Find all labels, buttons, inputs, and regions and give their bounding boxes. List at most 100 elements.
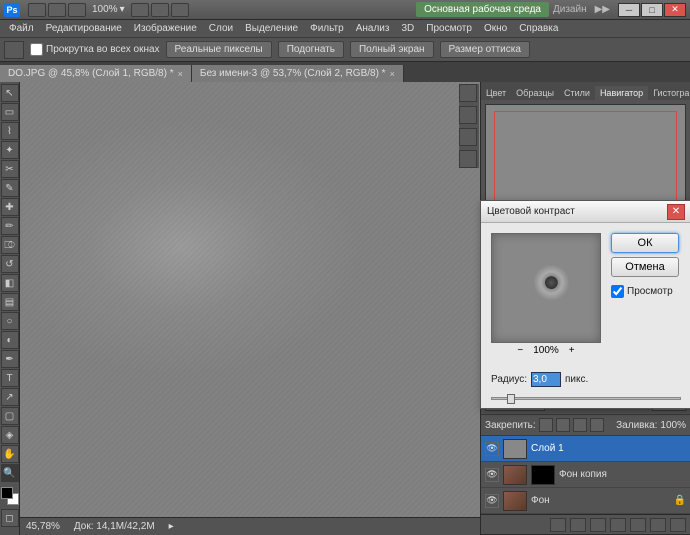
wand-tool[interactable]: ✦ — [1, 141, 19, 159]
close-button[interactable]: ✕ — [664, 3, 686, 17]
group-icon[interactable] — [630, 518, 646, 532]
new-layer-icon[interactable] — [650, 518, 666, 532]
mask-thumb[interactable] — [531, 465, 555, 485]
visibility-icon[interactable]: 👁 — [485, 442, 499, 456]
status-zoom[interactable]: 45,78% — [26, 521, 60, 532]
radius-slider[interactable] — [481, 397, 690, 408]
navigator-viewport[interactable] — [494, 111, 677, 203]
dialog-preview[interactable] — [491, 233, 601, 343]
hand-tool[interactable]: ✋ — [1, 445, 19, 463]
eyedropper-tool[interactable]: ✎ — [1, 179, 19, 197]
tb-icon[interactable] — [48, 3, 66, 17]
layer-thumb[interactable] — [503, 439, 527, 459]
layer-thumb[interactable] — [503, 465, 527, 485]
blur-tool[interactable]: ○ — [1, 312, 19, 330]
tb-icon[interactable] — [131, 3, 149, 17]
status-doc[interactable]: Док: 14,1М/42,2М — [74, 521, 155, 532]
close-icon[interactable]: × — [390, 69, 395, 79]
heal-tool[interactable]: ✚ — [1, 198, 19, 216]
pen-tool[interactable]: ✒ — [1, 350, 19, 368]
adjustment-icon[interactable] — [610, 518, 626, 532]
layer-thumb[interactable] — [503, 491, 527, 511]
gradient-tool[interactable]: ▤ — [1, 293, 19, 311]
eraser-tool[interactable]: ◧ — [1, 274, 19, 292]
fill-field[interactable]: 100% — [660, 420, 686, 431]
tab-swatches[interactable]: Образцы — [511, 86, 559, 100]
panel-collapse-icon[interactable] — [459, 128, 477, 146]
lock-position-icon[interactable] — [573, 418, 587, 432]
radius-input[interactable] — [531, 372, 561, 387]
cs-live-icon[interactable]: ▶▶ — [595, 4, 610, 15]
cancel-button[interactable]: Отмена — [611, 257, 679, 277]
ok-button[interactable]: ОК — [611, 233, 679, 253]
stamp-tool[interactable]: ⎄ — [1, 236, 19, 254]
layer-row[interactable]: 👁 Слой 1 — [481, 436, 690, 462]
lasso-tool[interactable]: ⌇ — [1, 122, 19, 140]
dialog-close-button[interactable]: ✕ — [667, 204, 685, 220]
lock-transparent-icon[interactable] — [539, 418, 553, 432]
move-tool[interactable]: ↖ — [1, 84, 19, 102]
type-tool[interactable]: T — [1, 369, 19, 387]
print-size-button[interactable]: Размер оттиска — [440, 41, 530, 58]
zoom-level[interactable]: 100% ▾ — [92, 4, 125, 15]
layer-name[interactable]: Фон копия — [559, 469, 607, 480]
menu-layers[interactable]: Слои — [204, 21, 238, 36]
fx-icon[interactable] — [570, 518, 586, 532]
menu-window[interactable]: Окно — [479, 21, 512, 36]
minimize-button[interactable]: ─ — [618, 3, 640, 17]
menu-edit[interactable]: Редактирование — [41, 21, 127, 36]
tab-navigator[interactable]: Навигатор — [595, 86, 648, 100]
menu-3d[interactable]: 3D — [396, 21, 419, 36]
quickmask-toggle[interactable]: ◻ — [1, 509, 19, 527]
actual-pixels-button[interactable]: Реальные пикселы — [166, 41, 272, 58]
visibility-icon[interactable]: 👁 — [485, 468, 499, 482]
design-link[interactable]: Дизайн — [553, 4, 587, 15]
workspace-selector[interactable]: Основная рабочая среда — [416, 2, 549, 17]
layer-row[interactable]: 👁 Фон 🔒 — [481, 488, 690, 514]
preview-check[interactable]: Просмотр — [611, 285, 679, 298]
mask-icon[interactable] — [590, 518, 606, 532]
visibility-icon[interactable]: 👁 — [485, 494, 499, 508]
trash-icon[interactable] — [670, 518, 686, 532]
document-tab[interactable]: DO.JPG @ 45,8% (Слой 1, RGB/8) *× — [0, 65, 192, 82]
zoom-out-button[interactable]: − — [517, 345, 523, 356]
shape-tool[interactable]: ▢ — [1, 407, 19, 425]
tb-icon[interactable] — [28, 3, 46, 17]
full-screen-button[interactable]: Полный экран — [350, 41, 434, 58]
tb-icon[interactable] — [68, 3, 86, 17]
zoom-in-button[interactable]: + — [569, 345, 575, 356]
scroll-all-check[interactable]: Прокрутка во всех окнах — [30, 43, 160, 56]
layer-name[interactable]: Слой 1 — [531, 443, 564, 454]
current-tool-icon[interactable] — [4, 41, 24, 59]
tab-color[interactable]: Цвет — [481, 86, 511, 100]
layer-name[interactable]: Фон — [531, 495, 550, 506]
panel-collapse-icon[interactable] — [459, 106, 477, 124]
fit-screen-button[interactable]: Подогнать — [278, 41, 344, 58]
navigator-preview[interactable] — [485, 104, 686, 210]
dodge-tool[interactable]: ◐ — [1, 331, 19, 349]
maximize-button[interactable]: □ — [641, 3, 663, 17]
path-tool[interactable]: ↗ — [1, 388, 19, 406]
zoom-tool[interactable]: 🔍 — [1, 464, 19, 482]
menu-help[interactable]: Справка — [514, 21, 563, 36]
tab-histogram[interactable]: Гистограмма — [648, 86, 690, 100]
panel-collapse-icon[interactable] — [459, 150, 477, 168]
color-swatches[interactable] — [1, 487, 19, 505]
lock-all-icon[interactable] — [590, 418, 604, 432]
document-tab[interactable]: Без имени-3 @ 53,7% (Слой 2, RGB/8) *× — [192, 65, 404, 82]
canvas[interactable] — [22, 82, 478, 517]
history-brush-tool[interactable]: ↺ — [1, 255, 19, 273]
lock-pixels-icon[interactable] — [556, 418, 570, 432]
menu-file[interactable]: Файл — [4, 21, 39, 36]
marquee-tool[interactable]: ▭ — [1, 103, 19, 121]
menu-view[interactable]: Просмотр — [421, 21, 477, 36]
menu-select[interactable]: Выделение — [240, 21, 303, 36]
tb-icon[interactable] — [171, 3, 189, 17]
menu-analysis[interactable]: Анализ — [351, 21, 395, 36]
close-icon[interactable]: × — [178, 69, 183, 79]
menu-image[interactable]: Изображение — [129, 21, 202, 36]
tab-styles[interactable]: Стили — [559, 86, 595, 100]
dialog-titlebar[interactable]: Цветовой контраст ✕ — [481, 201, 690, 223]
menu-filter[interactable]: Фильтр — [305, 21, 349, 36]
layer-row[interactable]: 👁 Фон копия — [481, 462, 690, 488]
